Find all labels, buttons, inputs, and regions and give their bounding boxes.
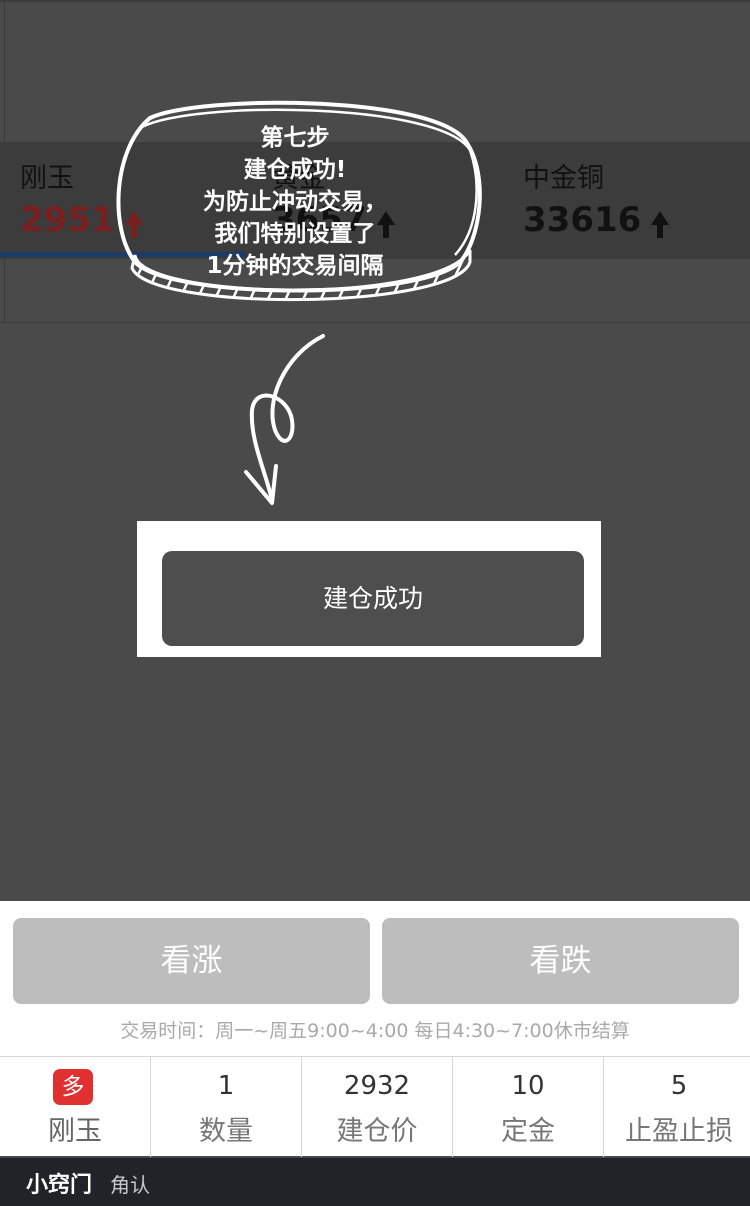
success-toast: 建仓成功 — [162, 551, 584, 646]
direction-badge: 多 — [53, 1069, 93, 1105]
brand-subtitle: 角认 — [110, 1173, 150, 1197]
quantity-label: 数量 — [199, 1116, 253, 1147]
position-product-cell[interactable]: 多 刚玉 — [0, 1057, 151, 1157]
stop-value: 5 — [670, 1071, 688, 1101]
ticker-name: 刚玉 — [20, 163, 74, 194]
footer-bar: 小窍门 角认 — [0, 1158, 750, 1206]
ticker-price: 2951 — [20, 200, 143, 240]
top-divider — [0, 0, 750, 2]
arrow-up-icon — [651, 210, 670, 238]
ticker-divider — [0, 322, 750, 323]
deposit-value: 10 — [511, 1071, 545, 1101]
active-tab-indicator — [0, 252, 246, 257]
ticker-name: 黄金 — [272, 163, 326, 194]
buy-down-button[interactable]: 看跌 — [382, 918, 739, 1004]
deposit-label: 定金 — [501, 1116, 555, 1147]
stop-label: 止盈止损 — [625, 1116, 733, 1147]
product-name: 刚玉 — [48, 1116, 102, 1147]
tutorial-bubble-shape — [116, 100, 482, 505]
open-price-label: 建仓价 — [336, 1116, 418, 1147]
quantity-value: 1 — [217, 1071, 235, 1101]
ticker-bar: 刚玉 2951 黄金 3657 中金铜 33616 — [0, 142, 750, 259]
buy-up-button[interactable]: 看涨 — [13, 918, 370, 1004]
position-deposit-cell: 10 定金 — [453, 1057, 604, 1157]
brand-logo: 小窍门 — [26, 1173, 93, 1198]
ticker-price: 33616 — [523, 200, 670, 240]
open-price-value: 2932 — [343, 1071, 411, 1101]
tutorial-bubble: 第七步 建仓成功! 为防止冲动交易， 我们特别设置了 1分钟的交易间隔 — [0, 0, 750, 520]
trade-panel: 看涨 看跌 交易时间：周一~周五9:00~4:00 每日4:30~7:00休市结… — [0, 901, 750, 1157]
ticker-name: 中金铜 — [523, 163, 604, 194]
position-open-price-cell: 2932 建仓价 — [302, 1057, 453, 1157]
arrow-up-icon — [376, 210, 395, 238]
arrow-up-icon — [124, 210, 143, 238]
position-quantity-cell: 1 数量 — [151, 1057, 302, 1157]
ticker-price-value: 2951 — [20, 200, 115, 240]
position-stop-cell[interactable]: 5 止盈止损 — [604, 1057, 750, 1157]
position-info-row: 多 刚玉 1 数量 2932 建仓价 10 定金 5 止盈止损 — [0, 1056, 750, 1157]
ticker-price-value: 33616 — [523, 200, 642, 240]
ticker-price-value: 3657 — [272, 200, 367, 240]
ticker-price: 3657 — [272, 200, 395, 240]
trade-hours-text: 交易时间：周一~周五9:00~4:00 每日4:30~7:00休市结算 — [120, 1020, 630, 1042]
